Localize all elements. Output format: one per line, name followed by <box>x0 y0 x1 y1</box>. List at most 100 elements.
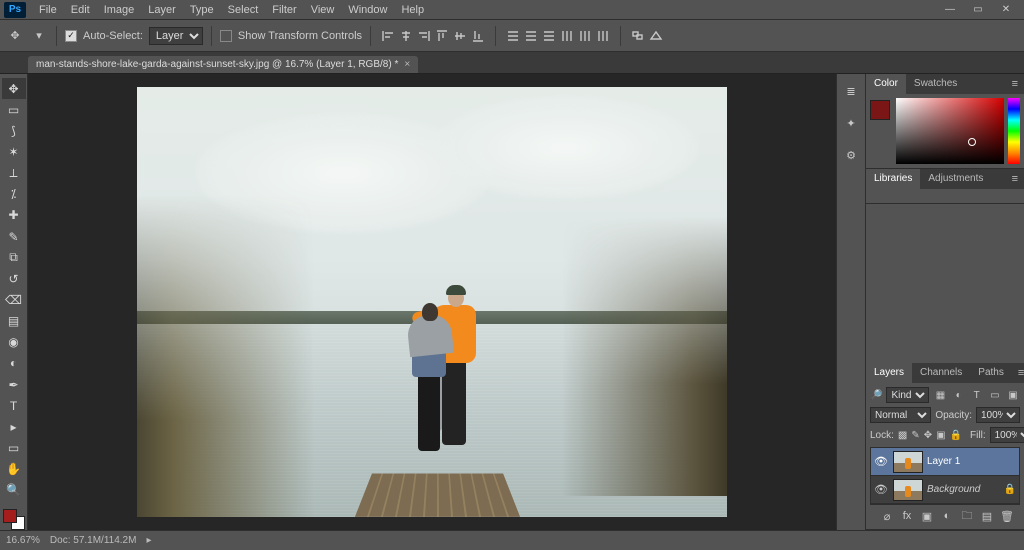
distribute-right-icon[interactable] <box>594 27 612 45</box>
layer-thumbnail[interactable] <box>893 479 923 501</box>
foreground-color-swatch[interactable] <box>3 509 17 523</box>
tool-preset-dropdown-icon[interactable]: ▾ <box>30 27 48 45</box>
new-layer-icon[interactable]: ▤ <box>980 509 994 523</box>
zoom-tool[interactable]: 🔍 <box>2 480 26 501</box>
lock-pixels-icon[interactable]: ✎ <box>911 427 919 443</box>
auto-select-checkbox[interactable]: ✓ <box>65 30 77 42</box>
filter-pixel-icon[interactable]: ▦ <box>933 387 947 403</box>
document-info[interactable]: Doc: 57.1M/114.2M <box>50 535 137 546</box>
layer-row[interactable]: 👁 Layer 1 <box>871 448 1019 476</box>
close-tab-icon[interactable]: × <box>404 59 410 70</box>
layer-row[interactable]: 👁 Background 🔒 <box>871 476 1019 504</box>
layer-thumbnail[interactable] <box>893 451 923 473</box>
3d-mode-icon[interactable] <box>647 27 665 45</box>
menu-edit[interactable]: Edit <box>64 0 97 20</box>
window-close-button[interactable]: ✕ <box>992 4 1020 15</box>
actions-panel-icon[interactable]: ⚙ <box>840 144 862 166</box>
distribute-hcenter-icon[interactable] <box>576 27 594 45</box>
color-swatches[interactable] <box>3 509 25 530</box>
blend-mode-dropdown[interactable]: Normal <box>870 407 931 423</box>
menu-filter[interactable]: Filter <box>265 0 303 20</box>
filter-smart-icon[interactable]: ▣ <box>1006 387 1020 403</box>
opacity-dropdown[interactable]: 100% <box>976 407 1020 423</box>
history-brush-tool[interactable]: ↺ <box>2 268 26 289</box>
menu-help[interactable]: Help <box>394 0 431 20</box>
menu-window[interactable]: Window <box>341 0 394 20</box>
path-select-tool[interactable]: ▸ <box>2 416 26 437</box>
magic-wand-tool[interactable]: ✶ <box>2 141 26 162</box>
window-minimize-button[interactable]: — <box>936 4 964 15</box>
show-transform-checkbox[interactable] <box>220 30 232 42</box>
layer-name[interactable]: Background <box>927 484 999 495</box>
hue-slider[interactable] <box>1008 98 1020 164</box>
filter-type-icon[interactable]: T <box>970 387 984 403</box>
distribute-bottom-icon[interactable] <box>540 27 558 45</box>
tab-paths[interactable]: Paths <box>970 363 1012 383</box>
tab-adjustments[interactable]: Adjustments <box>920 169 991 189</box>
distribute-vcenter-icon[interactable] <box>522 27 540 45</box>
align-left-edges-icon[interactable] <box>379 27 397 45</box>
layer-filter-dropdown[interactable]: Kind <box>886 387 929 403</box>
color-panel-fg-swatch[interactable] <box>870 100 890 120</box>
layer-name[interactable]: Layer 1 <box>927 456 1017 467</box>
tab-channels[interactable]: Channels <box>912 363 970 383</box>
blur-tool[interactable]: ◉ <box>2 332 26 353</box>
canvas-stage[interactable] <box>28 74 836 530</box>
visibility-toggle-icon[interactable]: 👁 <box>873 483 889 496</box>
tab-layers[interactable]: Layers <box>866 363 912 383</box>
tab-color[interactable]: Color <box>866 74 906 94</box>
fill-dropdown[interactable]: 100% <box>990 427 1024 443</box>
eyedropper-tool[interactable]: ⁒ <box>2 184 26 205</box>
gradient-tool[interactable]: ▤ <box>2 311 26 332</box>
properties-panel-icon[interactable]: ✦ <box>840 112 862 134</box>
align-bottom-edges-icon[interactable] <box>469 27 487 45</box>
layer-style-icon[interactable]: fx <box>900 509 914 523</box>
align-vertical-centers-icon[interactable] <box>451 27 469 45</box>
visibility-toggle-icon[interactable]: 👁 <box>873 455 889 468</box>
document-canvas[interactable] <box>137 87 727 517</box>
lock-all-icon[interactable]: 🔒 <box>950 427 962 443</box>
delete-layer-icon[interactable]: 🗑 <box>1000 509 1014 523</box>
zoom-level[interactable]: 16.67% <box>6 535 40 546</box>
hand-tool[interactable]: ✋ <box>2 459 26 480</box>
lock-position-icon[interactable]: ✥ <box>924 427 932 443</box>
crop-tool[interactable]: ⟂ <box>2 163 26 184</box>
menu-image[interactable]: Image <box>97 0 142 20</box>
align-top-edges-icon[interactable] <box>433 27 451 45</box>
healing-brush-tool[interactable]: ✚ <box>2 205 26 226</box>
lock-transparency-icon[interactable]: ▩ <box>898 427 907 443</box>
distribute-top-icon[interactable] <box>504 27 522 45</box>
menu-select[interactable]: Select <box>221 0 266 20</box>
color-panel-menu-icon[interactable]: ≡ <box>1006 78 1024 90</box>
lasso-tool[interactable]: ⟆ <box>2 120 26 141</box>
link-layers-icon[interactable]: ⌀ <box>880 509 894 523</box>
layer-mask-icon[interactable]: ▣ <box>920 509 934 523</box>
marquee-tool[interactable]: ▭ <box>2 99 26 120</box>
window-restore-button[interactable]: ▭ <box>964 4 992 15</box>
adjustment-layer-icon[interactable]: ◐ <box>940 509 954 523</box>
layer-group-icon[interactable]: 🗀 <box>960 509 974 523</box>
brush-tool[interactable]: ✎ <box>2 226 26 247</box>
menu-view[interactable]: View <box>304 0 342 20</box>
menu-layer[interactable]: Layer <box>141 0 183 20</box>
dodge-tool[interactable]: ◐ <box>2 353 26 374</box>
menu-type[interactable]: Type <box>183 0 221 20</box>
color-picker-field[interactable] <box>896 98 1004 164</box>
document-tab[interactable]: man-stands-shore-lake-garda-against-suns… <box>28 56 418 73</box>
tab-libraries[interactable]: Libraries <box>866 169 920 189</box>
clone-stamp-tool[interactable]: ⧉ <box>2 247 26 268</box>
auto-align-icon[interactable] <box>629 27 647 45</box>
layer-filter-icon[interactable]: 🔎 <box>870 390 882 401</box>
shape-tool[interactable]: ▭ <box>2 437 26 458</box>
auto-select-target-dropdown[interactable]: Layer <box>149 27 203 45</box>
pen-tool[interactable]: ✒ <box>2 374 26 395</box>
move-tool[interactable]: ✥ <box>2 78 26 99</box>
lock-artboard-icon[interactable]: ▣ <box>936 427 945 443</box>
eraser-tool[interactable]: ⌫ <box>2 289 26 310</box>
history-panel-icon[interactable]: ≣ <box>840 80 862 102</box>
type-tool[interactable]: T <box>2 395 26 416</box>
libraries-panel-menu-icon[interactable]: ≡ <box>1006 173 1024 185</box>
filter-adjust-icon[interactable]: ◐ <box>952 387 966 403</box>
menu-file[interactable]: File <box>32 0 64 20</box>
layers-panel-menu-icon[interactable]: ≡ <box>1012 367 1024 379</box>
